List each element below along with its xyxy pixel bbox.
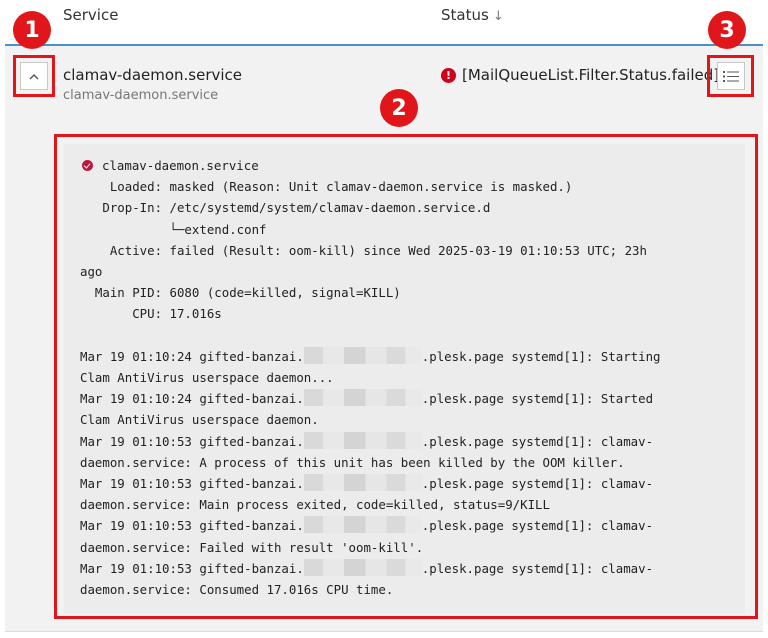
annotation-badge-2: 2 [380,89,418,127]
annotation-box-2 [54,134,758,619]
status-text: [MailQueueList.Filter.Status.failed] [462,66,720,84]
column-header-service[interactable]: Service [63,6,118,24]
error-icon: ! [441,67,456,83]
annotation-badge-3: 3 [708,11,746,49]
sort-arrow-icon: ↓ [492,9,504,24]
annotation-box-3 [707,55,754,97]
annotation-badge-1: 1 [13,11,51,49]
service-name: clamav-daemon.service [63,66,243,84]
column-header-status[interactable]: Status ↓ [441,6,504,24]
column-header-status-label: Status [441,6,489,24]
annotation-box-1 [13,55,55,97]
service-subtitle: clamav-daemon.service [63,88,219,103]
status-cell: ! [MailQueueList.Filter.Status.failed] [441,66,719,84]
